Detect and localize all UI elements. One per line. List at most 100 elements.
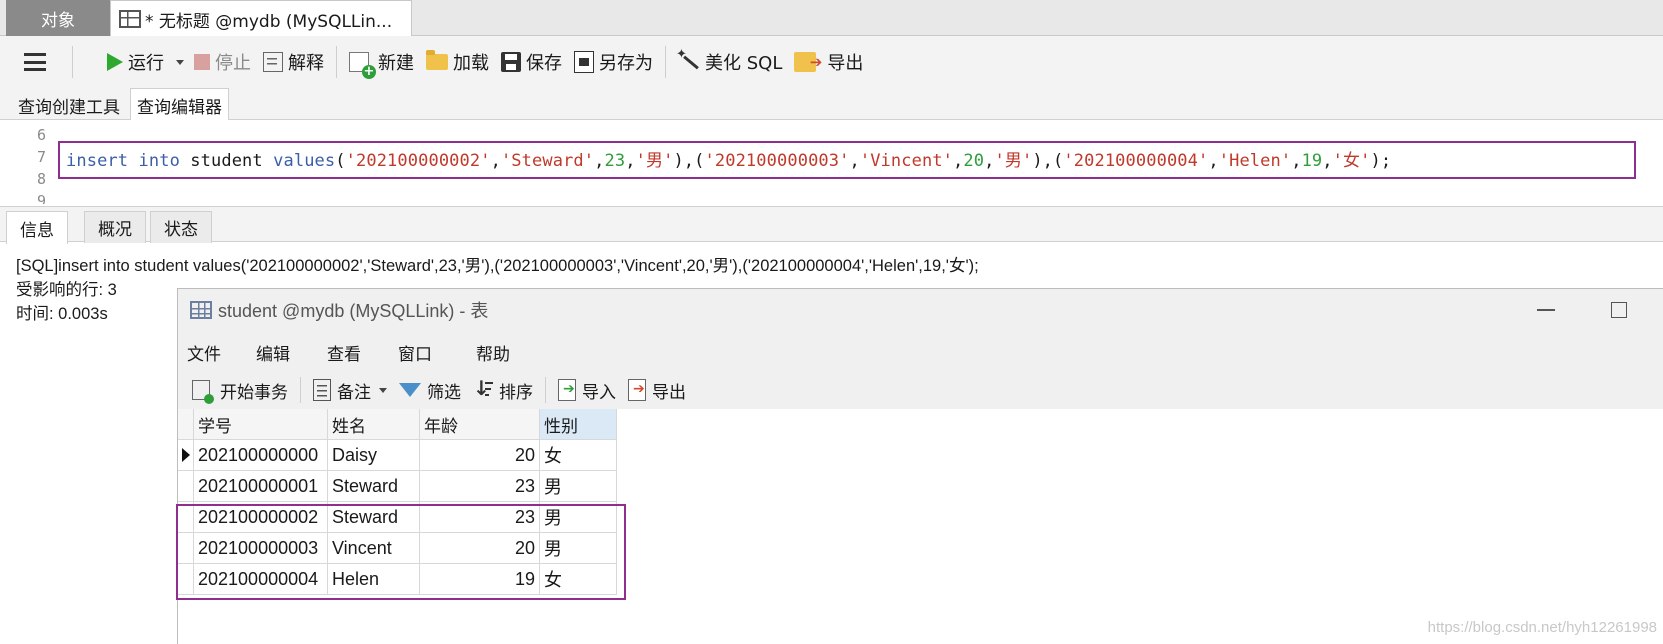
filter-button[interactable]: 筛选 bbox=[393, 378, 467, 403]
menu-view[interactable]: 查看 bbox=[327, 340, 361, 365]
line-number: 8 bbox=[36, 170, 46, 188]
menu-edit[interactable]: 编辑 bbox=[256, 340, 290, 365]
menu-file[interactable]: 文件 bbox=[187, 340, 221, 365]
info-time: 时间: 0.003s bbox=[16, 305, 108, 323]
sql-token: student bbox=[179, 151, 274, 171]
tab-overview[interactable]: 概况 bbox=[84, 211, 146, 243]
menu-help[interactable]: 帮助 bbox=[476, 340, 510, 365]
document-tab-bar: 对象 * 无标题 @mydb (MySQLLin... bbox=[0, 0, 1663, 37]
sort-button[interactable]: 排序 bbox=[467, 376, 539, 403]
sql-token: '202100000003' bbox=[704, 151, 850, 171]
grid-header-row: 学号 姓名 年龄 性别 bbox=[178, 409, 617, 440]
table-row[interactable]: 202100000000 Daisy 20 女 bbox=[178, 440, 617, 471]
info-sql-text: [SQL]insert into student values('2021000… bbox=[16, 257, 979, 275]
query-table-icon bbox=[119, 10, 141, 28]
sql-token: , bbox=[1291, 151, 1302, 171]
explain-button[interactable]: 解释 bbox=[257, 45, 330, 79]
sql-code-line[interactable]: insert into student values('202100000002… bbox=[66, 146, 1391, 171]
column-header[interactable]: 姓名 bbox=[328, 409, 420, 440]
query-toolbar: 运行 停止 解释 新建 加载 保存 另存为 美化 SQL 导出 bbox=[0, 36, 1663, 88]
table-cell[interactable]: 女 bbox=[540, 440, 617, 471]
hamburger-icon bbox=[24, 53, 46, 71]
folder-icon bbox=[426, 50, 448, 70]
sql-token: , bbox=[984, 151, 995, 171]
table-cell[interactable]: 男 bbox=[540, 471, 617, 502]
stop-button[interactable]: 停止 bbox=[188, 45, 257, 79]
tab-query-builder[interactable]: 查询创建工具 bbox=[12, 90, 126, 120]
table-cell[interactable]: 23 bbox=[420, 471, 540, 502]
stop-label: 停止 bbox=[215, 53, 251, 74]
row-selector[interactable] bbox=[178, 471, 194, 502]
table-cell[interactable]: Steward bbox=[328, 471, 420, 502]
tab-query-label: * 无标题 @mydb (MySQLLin... bbox=[145, 11, 393, 32]
sql-token: ( bbox=[335, 151, 346, 171]
column-header[interactable]: 性别 bbox=[540, 409, 617, 440]
sql-token: 'Steward' bbox=[500, 151, 595, 171]
sql-token: , bbox=[490, 151, 501, 171]
export-button[interactable]: 导出 bbox=[788, 45, 869, 79]
filter-icon bbox=[399, 383, 421, 397]
export-icon bbox=[794, 52, 822, 72]
table-export-button[interactable]: 导出 bbox=[622, 378, 692, 403]
save-as-button[interactable]: 另存为 bbox=[568, 45, 659, 79]
toolbar-divider bbox=[300, 377, 301, 403]
sql-token: , bbox=[1208, 151, 1219, 171]
sql-token: ),( bbox=[673, 151, 705, 171]
window-title-bar[interactable]: student @mydb (MySQLLink) - 表 bbox=[178, 289, 1663, 331]
save-button[interactable]: 保存 bbox=[495, 45, 568, 79]
sql-token: 'Vincent' bbox=[859, 151, 954, 171]
window-menu-bar: 文件 编辑 查看 窗口 帮助 bbox=[178, 331, 1663, 371]
chevron-down-icon[interactable] bbox=[379, 387, 387, 393]
sql-token: '女' bbox=[1332, 151, 1371, 171]
import-button[interactable]: 导入 bbox=[552, 378, 622, 403]
explain-icon bbox=[263, 52, 283, 72]
window-title: student @mydb (MySQLLink) - 表 bbox=[218, 301, 489, 321]
column-header[interactable]: 年龄 bbox=[420, 409, 540, 440]
sort-icon bbox=[473, 376, 493, 401]
inserted-rows-highlight bbox=[176, 504, 626, 600]
tab-objects[interactable]: 对象 bbox=[6, 0, 110, 36]
tab-query-editor-label: 查询编辑器 bbox=[137, 97, 222, 118]
menu-window[interactable]: 窗口 bbox=[398, 340, 432, 365]
table-export-label: 导出 bbox=[652, 382, 686, 403]
table-row[interactable]: 202100000001 Steward 23 男 bbox=[178, 471, 617, 502]
table-cell[interactable]: Daisy bbox=[328, 440, 420, 471]
save-label: 保存 bbox=[526, 53, 562, 74]
beautify-sql-button[interactable]: 美化 SQL bbox=[672, 45, 788, 79]
result-tabs: 信息 概况 状态 bbox=[0, 206, 1663, 244]
tab-untitled-query[interactable]: * 无标题 @mydb (MySQLLin... bbox=[110, 0, 412, 37]
play-icon bbox=[107, 53, 123, 71]
note-label: 备注 bbox=[337, 382, 371, 403]
menu-button[interactable] bbox=[18, 45, 52, 79]
load-button[interactable]: 加载 bbox=[420, 45, 495, 79]
tab-query-editor[interactable]: 查询编辑器 bbox=[130, 88, 229, 121]
table-cell[interactable]: 202100000001 bbox=[194, 471, 328, 502]
toolbar-divider bbox=[665, 46, 666, 78]
new-label: 新建 bbox=[378, 53, 414, 74]
column-header[interactable]: 学号 bbox=[194, 409, 328, 440]
tab-info[interactable]: 信息 bbox=[6, 211, 68, 244]
note-button[interactable]: 备注 bbox=[307, 378, 393, 403]
row-selector[interactable] bbox=[178, 440, 194, 471]
run-button[interactable]: 运行 bbox=[101, 45, 170, 79]
watermark: https://blog.csdn.net/hyh12261998 bbox=[1427, 619, 1657, 636]
tab-status[interactable]: 状态 bbox=[150, 211, 212, 243]
toolbar-divider bbox=[336, 46, 337, 78]
sort-label: 排序 bbox=[499, 382, 533, 403]
begin-transaction-button[interactable]: 开始事务 bbox=[186, 378, 294, 404]
minimize-icon[interactable] bbox=[1537, 309, 1555, 311]
export-icon bbox=[628, 379, 646, 401]
table-cell[interactable]: 20 bbox=[420, 440, 540, 471]
sql-token: , bbox=[625, 151, 636, 171]
line-number: 7 bbox=[36, 148, 46, 166]
sql-token: values bbox=[273, 151, 336, 171]
table-cell[interactable]: 202100000000 bbox=[194, 440, 328, 471]
run-dropdown[interactable] bbox=[170, 45, 188, 79]
line-number: 6 bbox=[36, 126, 46, 144]
new-button[interactable]: 新建 bbox=[343, 45, 420, 79]
maximize-icon[interactable] bbox=[1611, 302, 1627, 318]
chevron-down-icon bbox=[176, 59, 184, 65]
sql-editor[interactable]: 6 7 8 9 insert into student values('2021… bbox=[0, 120, 1663, 204]
toolbar-divider bbox=[72, 46, 73, 78]
